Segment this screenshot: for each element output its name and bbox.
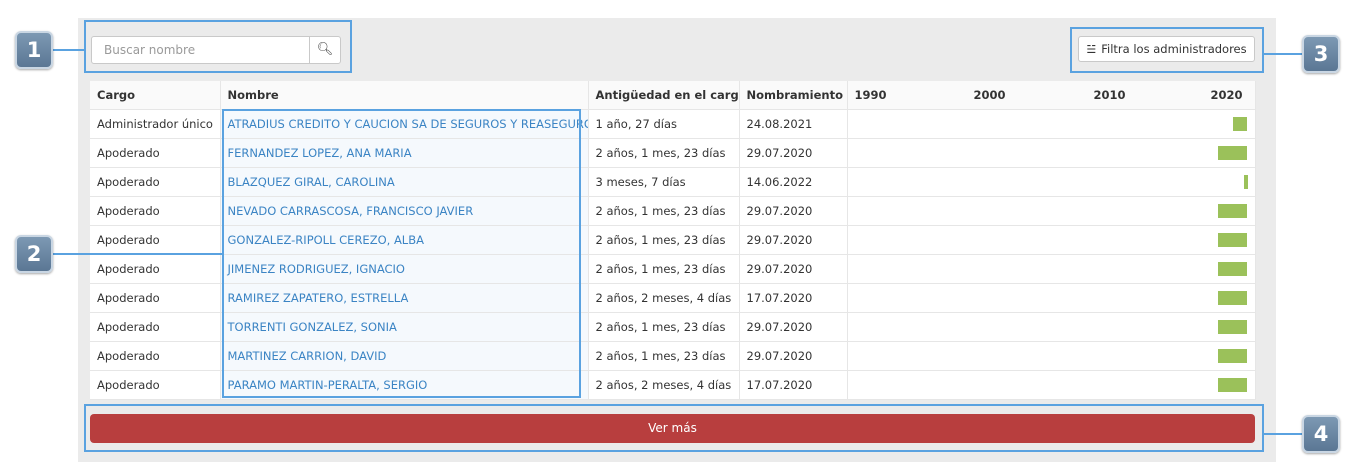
tenure-bar (1233, 117, 1248, 131)
antiguedad-cell: 2 años, 1 mes, 23 días (588, 138, 740, 168)
callout-badge-4: 4 (1302, 415, 1340, 453)
callout-badge-2: 2 (15, 235, 53, 273)
cargo-cell: Administrador único (90, 109, 221, 139)
callout-2-line (52, 253, 222, 255)
cargo-cell: Apoderado (90, 254, 221, 284)
antiguedad-cell: 1 año, 27 días (588, 109, 740, 139)
cargo-cell: Apoderado (90, 196, 221, 226)
timeline-cell (847, 312, 1256, 342)
timeline-cell (847, 109, 1256, 139)
nombramiento-cell: 14.06.2022 (739, 167, 848, 197)
timeline-cell (847, 283, 1256, 313)
cargo-cell: Apoderado (90, 312, 221, 342)
header-nombre[interactable]: Nombre (220, 81, 589, 110)
callout-4-line (1264, 433, 1304, 435)
year-2020: 2020 (1210, 88, 1243, 102)
cargo-cell: Apoderado (90, 283, 221, 313)
tenure-bar (1218, 146, 1248, 160)
tenure-bar (1218, 320, 1248, 334)
year-2000: 2000 (973, 88, 1006, 102)
callout-3-line (1264, 53, 1304, 55)
callout-1-line (52, 49, 84, 51)
antiguedad-cell: 2 años, 1 mes, 23 días (588, 312, 740, 342)
tenure-bar (1218, 233, 1248, 247)
antiguedad-cell: 2 años, 2 meses, 4 días (588, 283, 740, 313)
timeline-cell (847, 196, 1256, 226)
cargo-cell: Apoderado (90, 138, 221, 168)
cargo-cell: Apoderado (90, 341, 221, 371)
year-1990: 1990 (854, 88, 887, 102)
tenure-bar (1243, 175, 1248, 189)
nombramiento-cell: 29.07.2020 (739, 312, 848, 342)
timeline-cell (847, 254, 1256, 284)
cargo-cell: Apoderado (90, 167, 221, 197)
tenure-bar (1218, 291, 1248, 305)
timeline-header: 1990 2000 2010 2020 (847, 81, 1256, 110)
header-nombramiento[interactable]: Nombramiento (739, 81, 848, 110)
timeline-cell (847, 370, 1256, 400)
nombramiento-cell: 29.07.2020 (739, 225, 848, 255)
cargo-cell: Apoderado (90, 225, 221, 255)
highlight-search (84, 20, 352, 73)
tenure-bar (1218, 378, 1248, 392)
highlight-filter (1070, 27, 1264, 73)
tenure-bar (1218, 262, 1248, 276)
highlight-ver-mas (84, 404, 1264, 452)
callout-badge-1: 1 (15, 31, 53, 69)
nombramiento-cell: 24.08.2021 (739, 109, 848, 139)
cargo-cell: Apoderado (90, 370, 221, 400)
nombramiento-cell: 29.07.2020 (739, 341, 848, 371)
antiguedad-cell: 2 años, 1 mes, 23 días (588, 341, 740, 371)
antiguedad-cell: 3 meses, 7 días (588, 167, 740, 197)
antiguedad-cell: 2 años, 1 mes, 23 días (588, 196, 740, 226)
antiguedad-cell: 2 años, 1 mes, 23 días (588, 225, 740, 255)
header-antiguedad[interactable]: Antigüedad en el cargo (588, 81, 740, 110)
nombramiento-cell: 17.07.2020 (739, 283, 848, 313)
nombramiento-cell: 29.07.2020 (739, 196, 848, 226)
timeline-cell (847, 341, 1256, 371)
timeline-cell (847, 225, 1256, 255)
antiguedad-cell: 2 años, 2 meses, 4 días (588, 370, 740, 400)
tenure-bar (1218, 349, 1248, 363)
nombramiento-cell: 29.07.2020 (739, 138, 848, 168)
antiguedad-cell: 2 años, 1 mes, 23 días (588, 254, 740, 284)
table-header-row: Cargo Nombre Antigüedad en el cargo Nomb… (90, 81, 1256, 110)
tenure-bar (1218, 204, 1248, 218)
timeline-cell (847, 167, 1256, 197)
nombramiento-cell: 17.07.2020 (739, 370, 848, 400)
nombramiento-cell: 29.07.2020 (739, 254, 848, 284)
highlight-names-column (222, 109, 581, 398)
callout-badge-3: 3 (1302, 35, 1340, 73)
header-cargo[interactable]: Cargo (90, 81, 221, 110)
timeline-cell (847, 138, 1256, 168)
year-2010: 2010 (1093, 88, 1126, 102)
